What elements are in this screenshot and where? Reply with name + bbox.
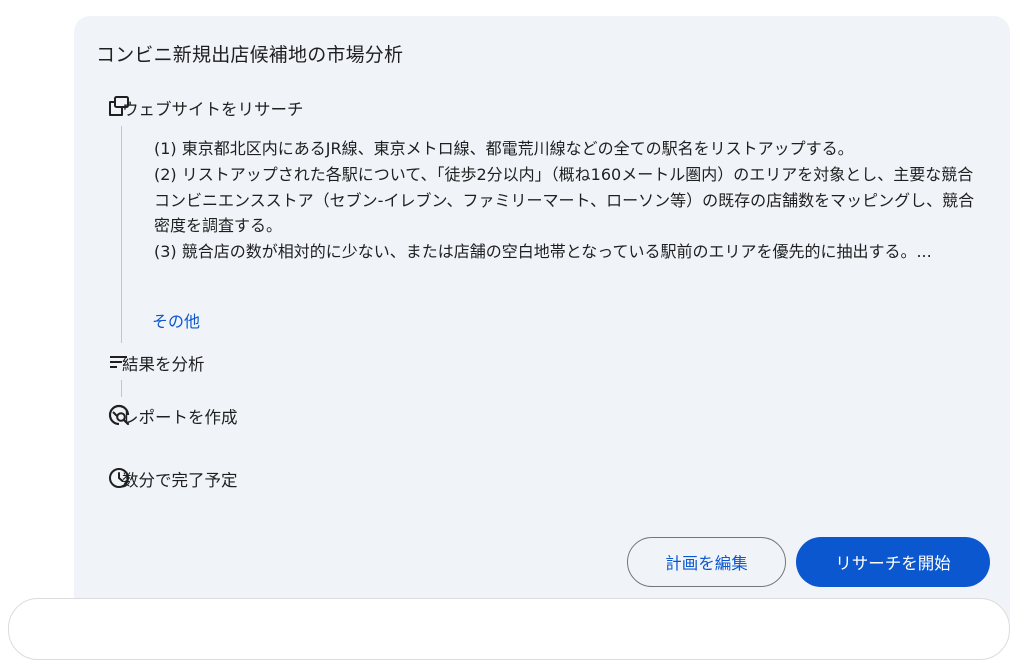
plan-step-2: (2) リストアップされた各駅について、「徒歩2分以内」（概ね160メートル圏内…: [154, 164, 975, 236]
start-research-button[interactable]: リサーチを開始: [796, 537, 990, 587]
prompt-input-box[interactable]: [8, 598, 1010, 660]
step-label-website-research: ウェブサイトをリサーチ: [122, 100, 304, 119]
step-label-analyze: 結果を分析: [122, 355, 205, 374]
show-more-link[interactable]: その他: [152, 308, 200, 332]
edit-plan-button[interactable]: 計画を編集: [627, 537, 786, 587]
research-plan-card: コンビニ新規出店候補地の市場分析 ウェブサイトをリサーチ (1) 東京都北区内に…: [74, 16, 1010, 636]
timeline-connector: [121, 126, 122, 343]
timeline-connector: [121, 380, 122, 397]
step-label-estimate: 数分で完了予定: [122, 471, 238, 490]
step-label-report: レポートを作成: [122, 408, 238, 427]
plan-step-1: (1) 東京都北区内にあるJR線、東京メトロ線、都電荒川線などの全ての駅名をリス…: [154, 139, 854, 158]
plan-details: (1) 東京都北区内にあるJR線、東京メトロ線、都電荒川線などの全ての駅名をリス…: [154, 136, 984, 265]
plan-step-3: (3) 競合店の数が相対的に少ない、または店舗の空白地帯となっている駅前のエリア…: [154, 242, 932, 262]
card-title: コンビニ新規出店候補地の市場分析: [96, 44, 404, 66]
